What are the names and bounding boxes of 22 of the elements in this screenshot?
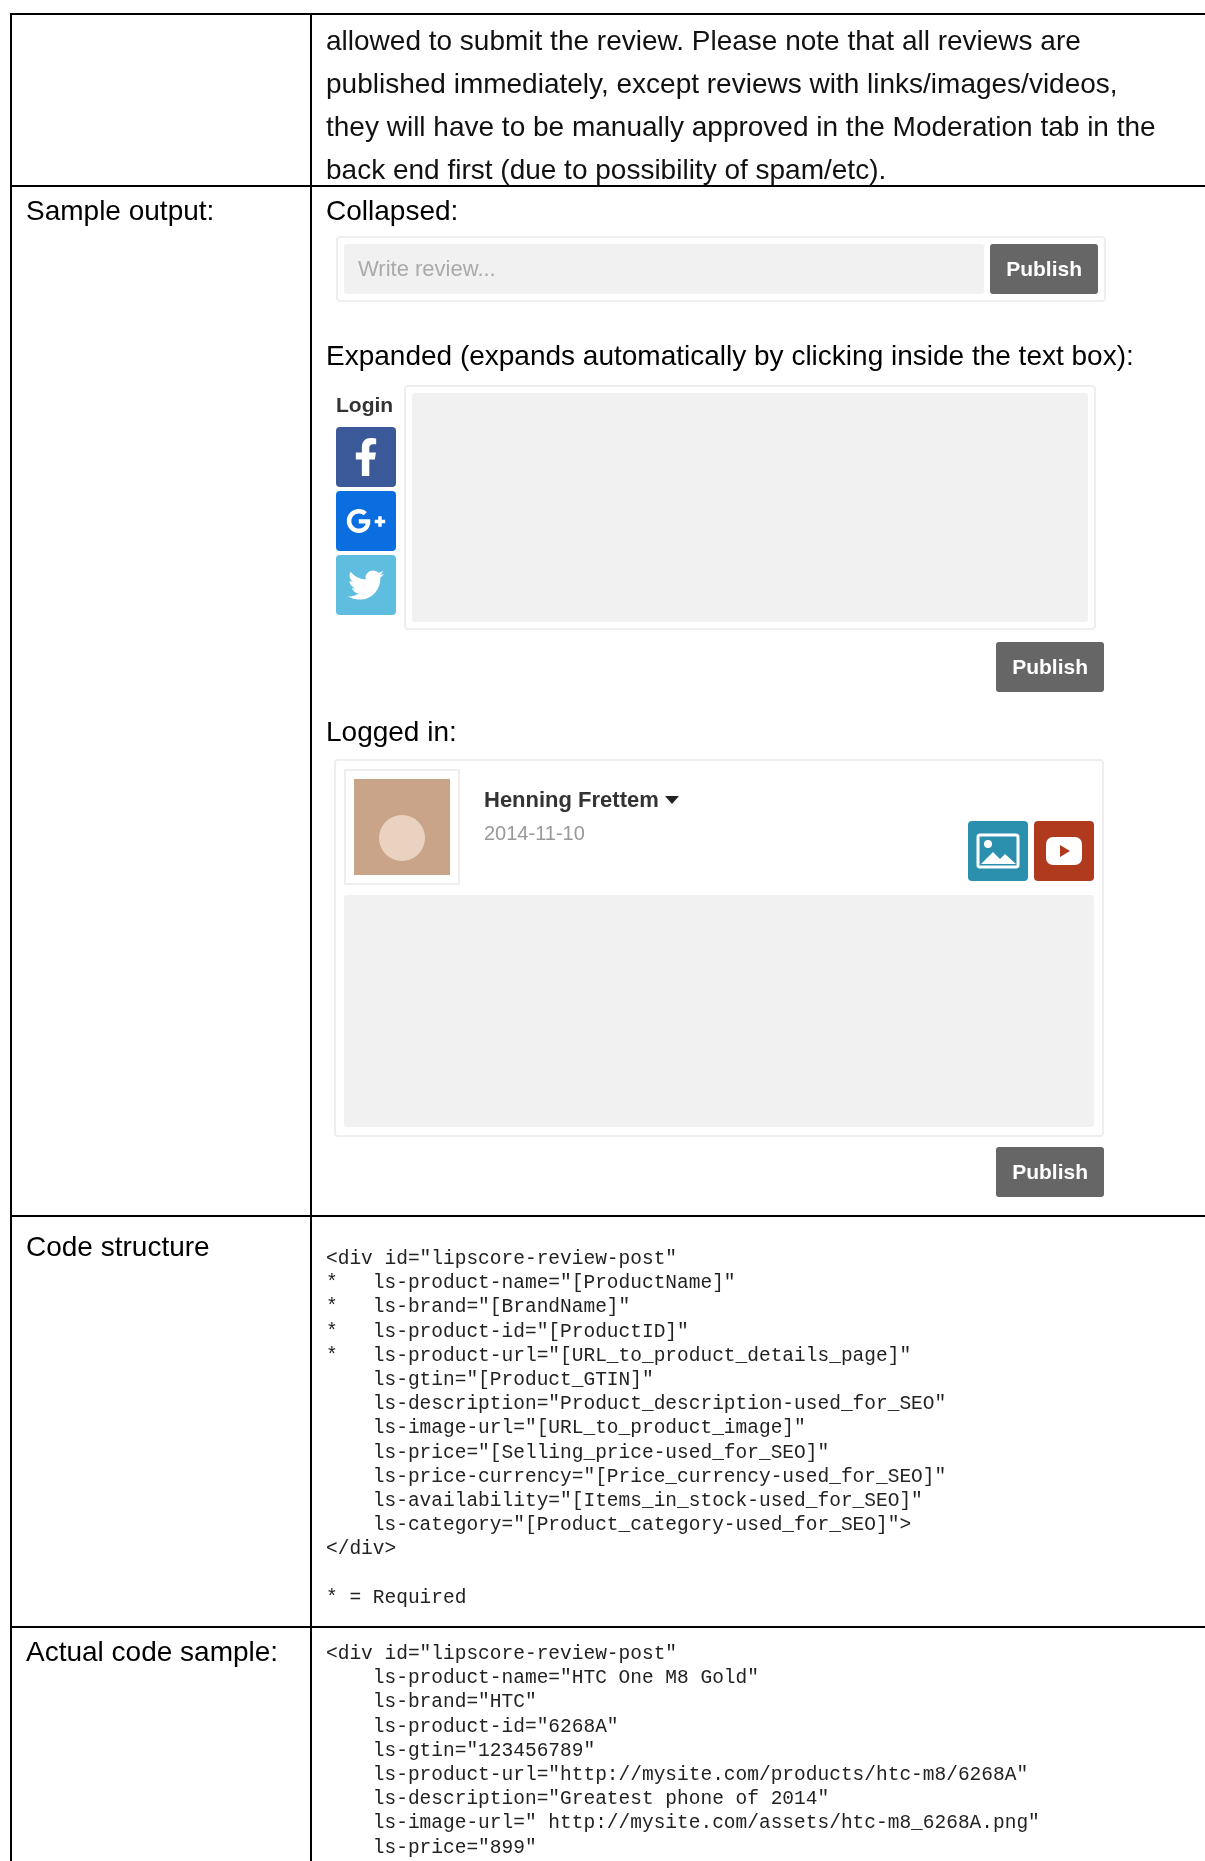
- login-label: Login: [336, 392, 395, 418]
- caption: Collapsed:: [326, 194, 460, 228]
- caret-icon[interactable]: [664, 795, 679, 804]
- video-upload-icon[interactable]: [1034, 821, 1094, 881]
- caption: Logged in:: [326, 715, 458, 749]
- required-note: * = Required: [326, 1585, 468, 1610]
- publish-button[interactable]: Publish: [996, 642, 1104, 692]
- review-input-field[interactable]: Write review...: [344, 244, 985, 294]
- facebook-icon[interactable]: [336, 426, 396, 487]
- row-label: Sample output:: [26, 195, 215, 226]
- caption: Expanded (expands automatically by clicking inside the text box):: [326, 339, 1135, 373]
- row-label: Code structure: [26, 1231, 210, 1262]
- publish-button[interactable]: Publish: [990, 244, 1098, 294]
- image-upload-icon[interactable]: [968, 821, 1028, 881]
- user-name[interactable]: Henning Frettem: [484, 783, 659, 816]
- description-paragraph: allowed to submit the review. Please note that all reviews are published immediately, except reviews with links/images/videos, they will have to be manually approved in the Moderation tab in the back end first (due to possibility of spam/etc).: [326, 24, 1157, 187]
- row-label: Actual code sample:: [26, 1636, 279, 1667]
- code-text: <div id="lipscore-review-post" ls-product-name="HTC One M8 Gold" ls-brand="HTC" ls-product-id="6268A" ls-gtin="123456789" ls-product-url="http://mysite.com/products/htc-m8/6268A" ls-description="Greatest phone of 2014" ls-image-url=" http://mysite.com/assets/htc-m8_6268A.png" ls-price="899": [326, 1642, 1040, 1860]
- review-date: 2014-11-10: [484, 821, 586, 846]
- code-text: <div id="lipscore-review-post" * ls-product-name="[ProductName]" * ls-brand="[BrandName]" * ls-product-id="[ProductID]" * ls-product-url="[URL_to_product_details_page]" ls-gtin="[Product_GTIN]" ls-description="Product_description-used_for_SEO" ls-image-url="[URL_to_product_image]" ls-price="[Selling_price-used_for_SEO]" ls-price-currency="[Price_currency-used_for_SEO]" ls-availability="[Items_in_stock-used_for_SEO]" ls-category="[Product_category-used_for_SEO]"> </div>: [326, 1247, 947, 1562]
- publish-button[interactable]: Publish: [996, 1147, 1104, 1197]
- google-plus-icon[interactable]: [336, 490, 396, 551]
